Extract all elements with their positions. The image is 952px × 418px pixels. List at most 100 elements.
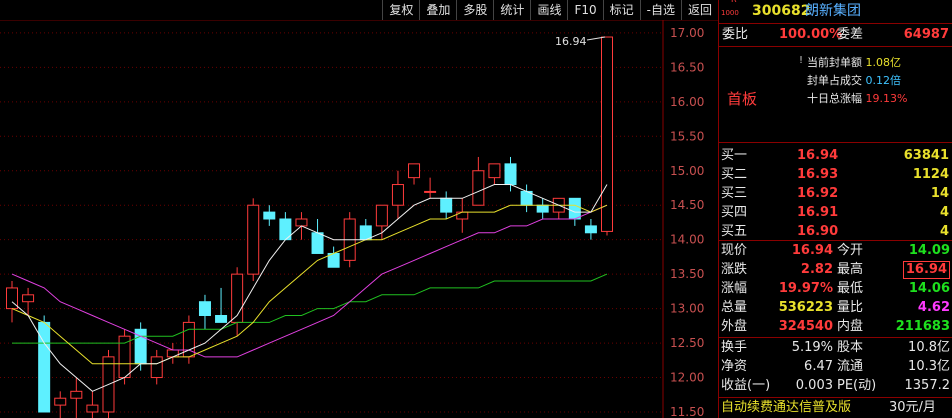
fund-row: 净资 6.47 流通 10.3亿 xyxy=(719,357,952,377)
buy-level-label: 买三 xyxy=(721,186,748,201)
chart-toolbar: 复权 叠加 多股 统计 画线 F10 标记 -自选 返回 xyxy=(0,0,718,21)
fund-label: 流通 xyxy=(837,359,864,374)
fund-label: 净资 xyxy=(721,359,748,374)
y-tick-label: 11.50 xyxy=(670,405,704,418)
info-marker-icon: ! xyxy=(799,55,804,66)
ma-green-line xyxy=(12,273,608,344)
stat-label: 内盘 xyxy=(837,319,864,334)
toolbar-remove-watchlist-button[interactable]: -自选 xyxy=(639,0,681,20)
fund-value: 10.8亿 xyxy=(908,340,950,355)
r-badge: R xyxy=(731,0,737,5)
candle-body xyxy=(22,294,35,303)
buy-row[interactable]: 买四 16.91 4 xyxy=(719,203,952,223)
fund-value: 0.003 xyxy=(795,378,833,393)
stat-label: 今开 xyxy=(837,243,864,258)
candle-body xyxy=(166,349,179,358)
candle-body xyxy=(536,204,549,213)
fund-label: PE(动) xyxy=(837,378,877,393)
fund-value: 5.19% xyxy=(791,340,833,355)
candle-body xyxy=(150,356,163,379)
candle-body xyxy=(456,211,469,220)
toolbar-multi-stock-button[interactable]: 多股 xyxy=(456,0,493,20)
toolbar-overlay-button[interactable]: 叠加 xyxy=(419,0,456,20)
stat-label: 最低 xyxy=(837,281,864,296)
ma-white-line xyxy=(11,184,608,392)
stock-code: 300682 xyxy=(752,3,811,19)
stat-value: 16.94 xyxy=(791,243,833,258)
info-row-ten-day-gain: 十日总涨幅 19.13% xyxy=(807,92,908,105)
buy-level-label: 买四 xyxy=(721,205,748,220)
candle-body xyxy=(198,301,211,317)
buy-price: 16.92 xyxy=(797,186,839,201)
toolbar-f10-button[interactable]: F10 xyxy=(567,0,602,20)
buy-row[interactable]: 买一 16.94 63841 xyxy=(719,146,952,166)
candle-body xyxy=(263,211,276,220)
seal-info: 当前封单额 1.08亿 封单占成交 0.12倍 十日总涨幅 19.13% xyxy=(807,54,907,108)
buy-price: 16.91 xyxy=(797,205,839,220)
quote-panel: R 1000 300682 朗新集团 委比 100.00% 委差 64987 当… xyxy=(719,0,952,418)
candle-body xyxy=(472,170,485,206)
stat-value: 19.97% xyxy=(778,281,833,296)
stat-label: 涨跌 xyxy=(721,262,748,277)
stat-row: 总量 536223 量比 4.62 xyxy=(719,298,952,318)
toolbar-draw-line-button[interactable]: 画线 xyxy=(530,0,567,20)
toolbar-mark-button[interactable]: 标记 xyxy=(602,0,640,20)
stock-header: R 1000 300682 朗新集团 xyxy=(719,0,952,22)
info-row-seal-amount: 当前封单额 1.08亿 xyxy=(807,56,901,69)
weibi-value: 100.00% xyxy=(779,27,843,42)
candles-layer xyxy=(6,36,613,418)
y-tick-label: 14.50 xyxy=(670,198,704,212)
stat-label: 涨幅 xyxy=(721,281,748,296)
candle-body xyxy=(488,163,501,179)
stat-value: 16.94 xyxy=(902,261,950,279)
stat-label: 量比 xyxy=(837,300,864,315)
buy-row[interactable]: 买二 16.93 1124 xyxy=(719,165,952,185)
stat-value: 2.82 xyxy=(800,262,833,277)
stock-name[interactable]: 朗新集团 xyxy=(805,0,861,22)
y-tick-label: 16.50 xyxy=(670,60,704,74)
buy-price: 16.90 xyxy=(797,224,839,239)
stat-label: 总量 xyxy=(721,300,748,315)
stat-row: 涨幅 19.97% 最低 14.06 xyxy=(719,279,952,299)
y-tick-label: 14.00 xyxy=(670,233,704,247)
r-badge-sub: 1000 xyxy=(721,9,739,17)
high-marker-label: 16.94 xyxy=(555,35,587,48)
buy-level-label: 买五 xyxy=(721,224,748,239)
y-tick-label: 13.00 xyxy=(670,302,704,316)
candle-body xyxy=(54,397,67,406)
stat-row: 涨跌 2.82 最高 16.94 xyxy=(719,260,952,280)
fund-row: 换手 5.19% 股本 10.8亿 xyxy=(719,338,952,358)
divider xyxy=(719,23,952,24)
fund-row: 收益(一) 0.003 PE(动) 1357.2 xyxy=(719,376,952,396)
weicha-value: 64987 xyxy=(903,27,949,42)
y-tick-label: 17.00 xyxy=(670,26,704,40)
toolbar-fuquan-button[interactable]: 复权 xyxy=(382,0,419,20)
candle-body xyxy=(247,204,260,275)
buy-volume: 1124 xyxy=(912,167,949,182)
weibi-row: 委比 100.00% 委差 64987 xyxy=(719,25,952,45)
candle-body xyxy=(408,163,421,179)
chart-grid xyxy=(0,32,663,413)
buy-price: 16.93 xyxy=(797,167,839,182)
stat-row: 外盘 324540 内盘 211683 xyxy=(719,317,952,337)
candle-body xyxy=(311,232,324,254)
banner-text: 自动续费通达信普及版 xyxy=(721,400,852,415)
stat-value: 14.06 xyxy=(908,281,950,296)
info-row-seal-ratio: 封单占成交 0.12倍 xyxy=(807,74,901,87)
y-axis-ticks: 17.00 16.50 16.00 15.50 15.00 14.50 14.00 13.50… xyxy=(670,26,704,418)
stat-value: 4.62 xyxy=(917,300,950,315)
candlestick-chart[interactable]: 17.00 16.50 16.00 15.50 15.00 14.50 14.00 13.50… xyxy=(0,20,718,418)
y-tick-label: 15.00 xyxy=(670,164,704,178)
ad-banner[interactable]: 自动续费通达信普及版 30元/月 xyxy=(719,398,952,418)
y-tick-label: 16.00 xyxy=(670,95,704,109)
buy-row[interactable]: 买五 16.90 4 xyxy=(719,222,952,242)
toolbar-stats-button[interactable]: 统计 xyxy=(493,0,530,20)
toolbar-back-button[interactable]: 返回 xyxy=(680,0,718,20)
buy-row[interactable]: 买三 16.92 14 xyxy=(719,184,952,204)
moving-averages-layer xyxy=(11,184,608,392)
candle-body xyxy=(70,390,83,399)
stat-value: 14.09 xyxy=(908,243,950,258)
stat-label: 最高 xyxy=(837,262,864,277)
weicha-label: 委差 xyxy=(837,27,864,42)
candle-body xyxy=(504,163,517,186)
